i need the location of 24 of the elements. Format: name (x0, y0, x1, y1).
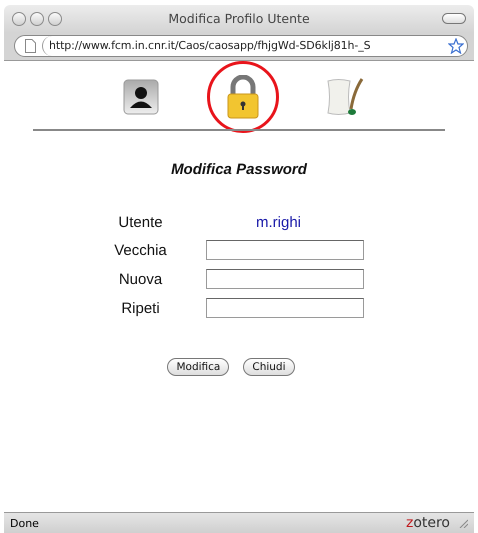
brand-logo[interactable]: zotero (406, 515, 450, 531)
padlock-icon (225, 75, 261, 119)
form-button[interactable]: Modifica (167, 358, 230, 376)
toolbar-toggle-button[interactable] (442, 13, 466, 24)
minimize-button[interactable] (30, 12, 44, 26)
field-label: Ripeti (120, 300, 161, 316)
field-label: Vecchia (113, 242, 168, 258)
selected-tab[interactable] (207, 61, 279, 133)
field-label: Utente (117, 214, 164, 231)
user-icon (123, 79, 159, 115)
zoom-button[interactable] (48, 12, 62, 26)
form-title: Modifica Password (171, 161, 307, 178)
password-field[interactable] (206, 269, 364, 289)
form-button[interactable]: Chiudi (243, 358, 295, 376)
password-field[interactable] (206, 240, 364, 260)
window-title: Modifica Profilo Utente (168, 11, 310, 26)
username-value: m.righi (254, 214, 302, 231)
status-text: Done (10, 516, 39, 530)
resize-grip-icon[interactable] (458, 518, 468, 528)
field-label: Nuova (118, 270, 164, 288)
close-button[interactable] (12, 12, 26, 26)
password-field[interactable] (206, 298, 364, 318)
page-icon (25, 39, 36, 53)
star-icon[interactable] (448, 38, 464, 54)
